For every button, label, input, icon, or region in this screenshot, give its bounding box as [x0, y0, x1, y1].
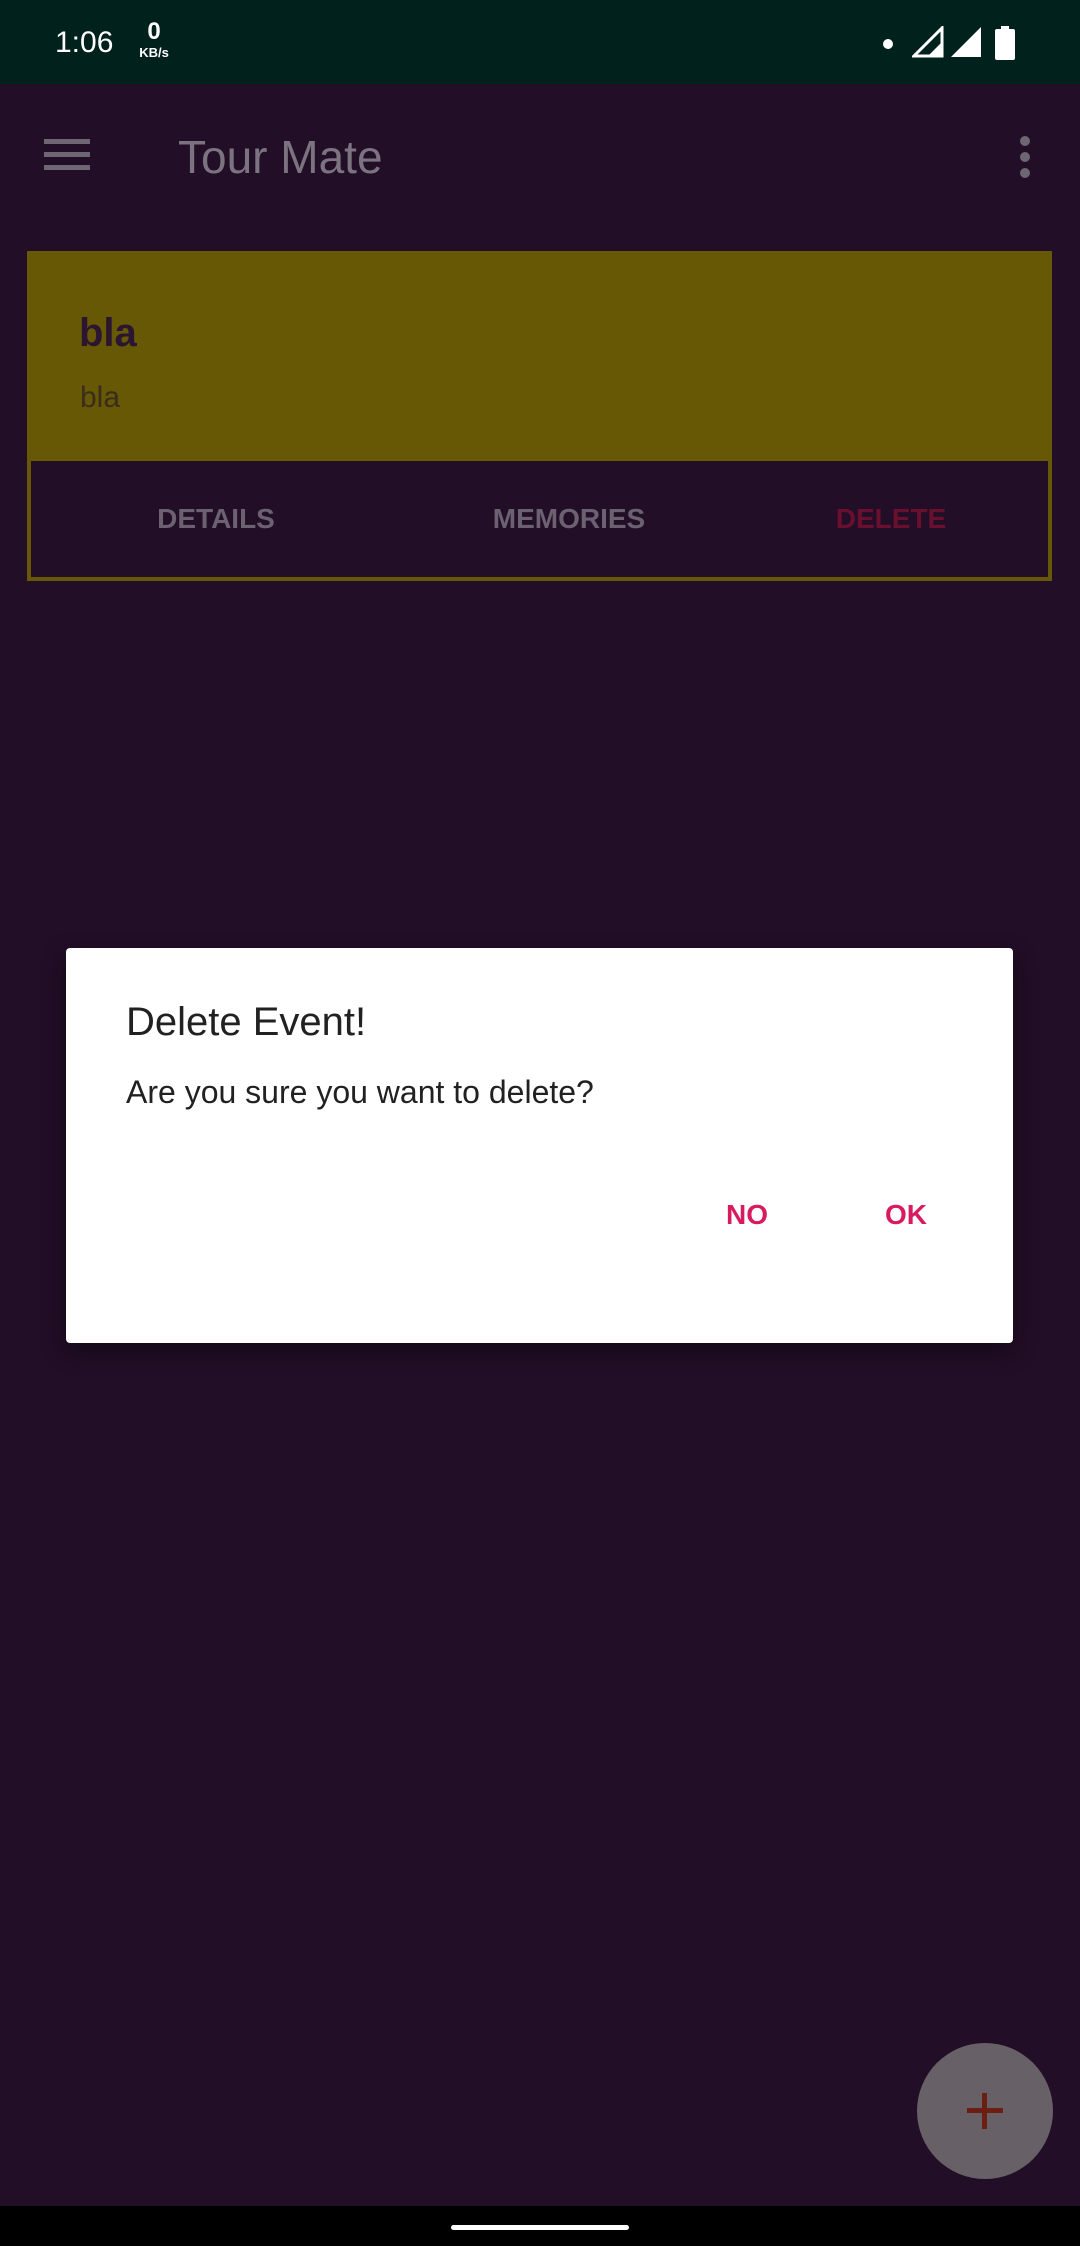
status-icons	[882, 26, 1032, 60]
add-event-button[interactable]	[917, 2043, 1053, 2179]
notification-dot-icon	[883, 39, 893, 49]
plus-icon	[967, 2093, 1003, 2129]
status-bar: 1:06 0 KB/s	[0, 0, 1080, 84]
network-speed-unit: KB/s	[139, 45, 169, 60]
no-button[interactable]: NO	[710, 1180, 784, 1250]
menu-button[interactable]	[30, 122, 108, 192]
event-subtitle: bla	[80, 381, 121, 414]
network-speed: 0 KB/s	[132, 18, 176, 60]
signal-icon	[951, 27, 981, 57]
event-title: bla	[79, 311, 137, 355]
overflow-menu-button[interactable]	[1000, 122, 1050, 192]
toolbar: Tour Mate	[0, 84, 1080, 230]
details-button[interactable]: DETAILS	[61, 461, 371, 577]
delete-dialog: Delete Event! Are you sure you want to d…	[66, 948, 1013, 1343]
signal-icon	[912, 26, 944, 58]
dialog-message: Are you sure you want to delete?	[126, 1074, 594, 1110]
hamburger-menu-icon	[44, 139, 90, 170]
event-card-header: bla bla	[31, 255, 1048, 461]
ok-button[interactable]: OK	[869, 1180, 943, 1250]
dialog-title: Delete Event!	[126, 1000, 367, 1044]
network-speed-value: 0	[147, 18, 161, 45]
more-vert-icon	[1020, 136, 1030, 178]
app-title: Tour Mate	[178, 131, 383, 183]
home-indicator[interactable]	[451, 2225, 629, 2230]
memories-button[interactable]: MEMORIES	[409, 461, 729, 577]
event-card: bla bla DETAILS MEMORIES DELETE	[27, 251, 1052, 581]
status-time: 1:06	[55, 26, 114, 59]
event-card-actions: DETAILS MEMORIES DELETE	[31, 461, 1048, 577]
delete-button[interactable]: DELETE	[751, 461, 1031, 577]
battery-icon	[995, 26, 1015, 60]
navigation-bar	[0, 2206, 1080, 2246]
